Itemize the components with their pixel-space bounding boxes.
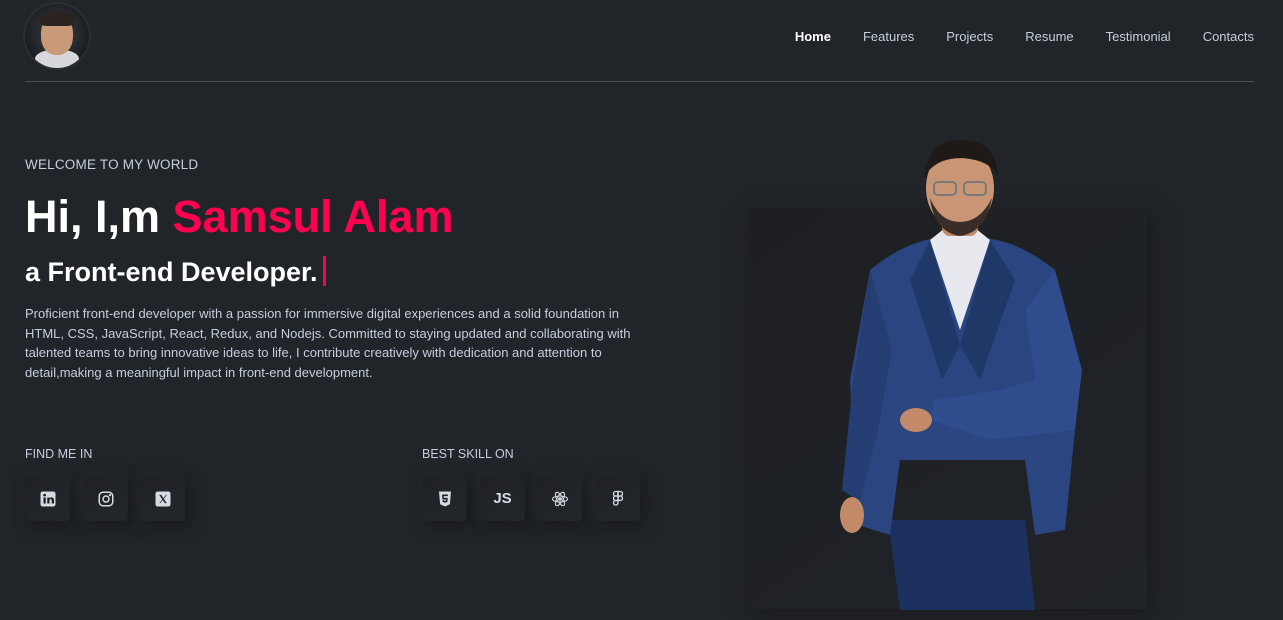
javascript-skill[interactable]: JS: [480, 476, 525, 521]
typing-cursor: [322, 256, 326, 286]
instagram-button[interactable]: [83, 476, 128, 521]
nav-resume[interactable]: Resume: [1025, 29, 1073, 44]
best-skill-label: BEST SKILL ON: [422, 447, 514, 461]
hero-title: Hi, I,m Samsul Alam: [25, 191, 453, 243]
figma-skill[interactable]: [595, 476, 640, 521]
nav-projects[interactable]: Projects: [946, 29, 993, 44]
hero-description: Proficient front-end developer with a pa…: [25, 306, 631, 380]
linkedin-button[interactable]: [25, 476, 70, 521]
profile-photo: [840, 139, 1082, 610]
javascript-icon: JS: [493, 490, 512, 507]
instagram-icon: [98, 491, 113, 506]
linkedin-icon: [40, 491, 55, 506]
greeting: Hi, I,m: [25, 191, 173, 242]
find-me-label: FIND ME IN: [25, 447, 93, 461]
main-nav: Home Features Projects Resume Testimonia…: [763, 29, 1254, 44]
nav-home[interactable]: Home: [795, 29, 831, 44]
html5-skill[interactable]: [422, 476, 467, 521]
hero-subtitle: a Front-end Developer.: [25, 256, 326, 288]
react-skill[interactable]: [537, 476, 582, 521]
html5-icon: [438, 491, 451, 506]
nav-contacts[interactable]: Contacts: [1203, 29, 1254, 44]
site-header: Home Features Projects Resume Testimonia…: [25, 0, 1254, 82]
x-twitter-icon: [155, 491, 170, 506]
x-twitter-button[interactable]: [140, 476, 185, 521]
subtitle-text: a Front-end Developer.: [25, 257, 318, 287]
avatar[interactable]: [25, 4, 89, 68]
nav-testimonial[interactable]: Testimonial: [1106, 29, 1171, 44]
welcome-text: WELCOME TO MY WORLD: [25, 157, 199, 172]
react-icon: [551, 491, 568, 506]
figma-icon: [612, 490, 623, 506]
hero-name: Samsul Alam: [172, 191, 454, 242]
nav-features[interactable]: Features: [863, 29, 914, 44]
